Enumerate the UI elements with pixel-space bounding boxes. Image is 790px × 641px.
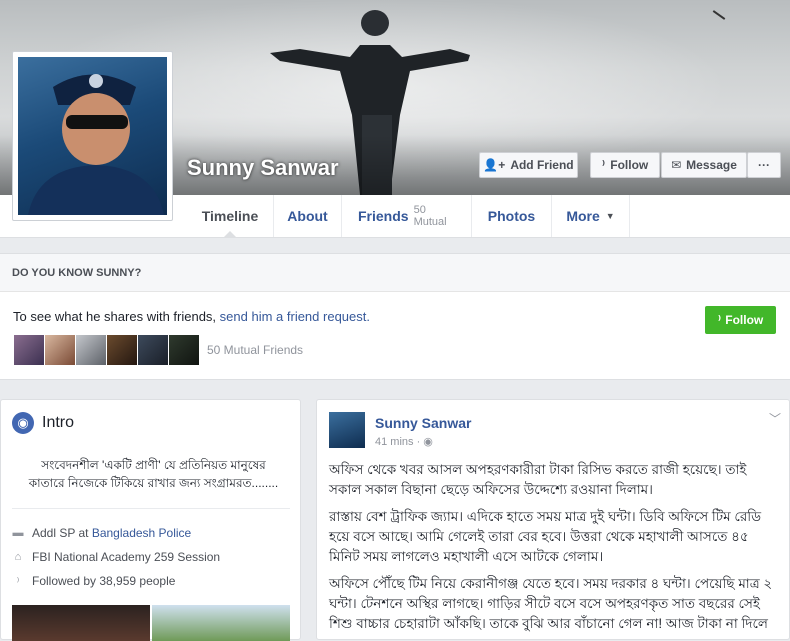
education-text: FBI National Academy 259 Session <box>32 550 221 564</box>
mutual-friends-count[interactable]: 50 Mutual Friends <box>207 343 303 357</box>
rss-icon: ⁾ <box>16 575 20 588</box>
rss-icon: ⁾ <box>601 158 606 172</box>
globe-icon: ◉ <box>12 412 34 434</box>
profile-tabs: Timeline About Friends 50 Mutual Photos … <box>187 195 790 238</box>
follow-green-label: Follow <box>725 313 764 327</box>
follow-button[interactable]: ⁾ Follow <box>590 152 660 178</box>
do-you-know-header: DO YOU KNOW SUNNY? <box>0 254 790 292</box>
tab-timeline-label: Timeline <box>201 208 259 224</box>
profile-name: Sunny Sanwar <box>187 155 339 180</box>
followers-text: Followed by 38,959 people <box>32 574 175 588</box>
post-author-avatar[interactable] <box>329 412 365 448</box>
intro-divider <box>12 508 290 509</box>
mutual-friends-thumbnails <box>14 335 199 365</box>
more-dots-icon: ··· <box>758 158 770 172</box>
friend-thumbnail[interactable] <box>76 335 106 365</box>
tab-friends-count: 50 Mutual <box>413 204 447 228</box>
workplace-link[interactable]: Bangladesh Police <box>92 526 191 540</box>
tab-photos[interactable]: Photos <box>472 195 552 237</box>
add-friend-icon: 👤+ <box>483 158 506 172</box>
tab-timeline[interactable]: Timeline <box>187 195 274 238</box>
add-friend-label: Add Friend <box>510 158 574 172</box>
intro-bio: সংবেদনশীল 'একটি প্রাণী' যে প্রতিনিয়ত মা… <box>28 458 279 490</box>
tab-photos-label: Photos <box>487 208 536 224</box>
profile-portrait-illustration <box>28 74 164 215</box>
friend-thumbnail[interactable] <box>169 335 199 365</box>
education-info: ⌂ FBI National Academy 259 Session <box>12 550 220 564</box>
post-timestamp: 41 mins · ◉ <box>375 435 433 448</box>
followers-info: ⁾ Followed by 38,959 people <box>12 574 176 588</box>
tab-about[interactable]: About <box>274 195 342 237</box>
post-time-text[interactable]: 41 mins · <box>375 436 423 448</box>
post-body: অফিস থেকে খবর আসল অপহরণকারীরা টাকা রিসিভ… <box>329 460 781 641</box>
follow-green-button[interactable]: ⁾ Follow <box>705 306 776 334</box>
work-info: ▬ Addl SP at Bangladesh Police <box>12 526 192 540</box>
intro-photos <box>12 605 290 641</box>
friend-thumbnail[interactable] <box>14 335 44 365</box>
friend-thumbnail[interactable] <box>45 335 75 365</box>
followers-count: 38,959 people <box>99 574 176 588</box>
post-paragraph: অফিস থেকে খবর আসল অপহরণকারীরা টাকা রিসিভ… <box>329 462 747 497</box>
friend-thumbnail[interactable] <box>138 335 168 365</box>
briefcase-icon: ▬ <box>12 527 24 539</box>
friend-thumbnail[interactable] <box>107 335 137 365</box>
rss-icon: ⁾ <box>717 313 722 327</box>
school-icon: ⌂ <box>14 551 22 563</box>
intro-title: ◉ Intro <box>12 412 74 434</box>
follow-label: Follow <box>610 158 649 172</box>
send-friend-request-link[interactable]: send him a friend request. <box>220 309 370 324</box>
work-prefix: Addl SP at <box>32 526 92 540</box>
add-friend-button[interactable]: 👤+ Add Friend <box>479 152 578 178</box>
message-button[interactable]: ✉ Message <box>661 152 747 178</box>
caret-down-icon: ▼ <box>605 211 615 221</box>
more-actions-button[interactable]: ··· <box>747 152 781 178</box>
profile-picture[interactable] <box>12 51 173 221</box>
post-paragraph: রাস্তায় বেশ ট্রাফিক জ্যাম। এদিকে হাতে স… <box>329 509 762 564</box>
profile-picture-image <box>18 57 167 215</box>
tab-more-label: More <box>566 208 600 224</box>
intro-title-label: Intro <box>42 414 75 431</box>
tab-friends-label: Friends <box>358 208 409 224</box>
messenger-icon: ✉ <box>671 158 682 172</box>
post-card: Sunny Sanwar 41 mins · ◉ ﹀ অফিস থেকে খবর… <box>316 399 790 640</box>
intro-photo[interactable] <box>12 605 150 641</box>
message-label: Message <box>686 158 737 172</box>
intro-card: ◉ Intro সংবেদনশীল 'একটি প্রাণী' যে প্রতি… <box>0 399 301 641</box>
followers-prefix: Followed by <box>32 574 100 588</box>
post-paragraph: অফিসে পৌঁছে টিম নিয়ে কেরানীগঞ্জ যেতে হব… <box>329 576 773 631</box>
friend-request-prompt-text: To see what he shares with friends, <box>13 309 220 324</box>
post-author-name[interactable]: Sunny Sanwar <box>375 415 471 431</box>
tab-friends[interactable]: Friends 50 Mutual <box>342 195 472 237</box>
intro-photo[interactable] <box>152 605 290 641</box>
friend-request-prompt: To see what he shares with friends, send… <box>13 309 370 324</box>
work-info-text: Addl SP at Bangladesh Police <box>32 526 191 540</box>
tab-about-label: About <box>287 208 328 224</box>
public-globe-icon: ◉ <box>423 436 433 448</box>
chevron-down-icon[interactable]: ﹀ <box>769 410 781 427</box>
tab-more[interactable]: More ▼ <box>552 195 630 237</box>
